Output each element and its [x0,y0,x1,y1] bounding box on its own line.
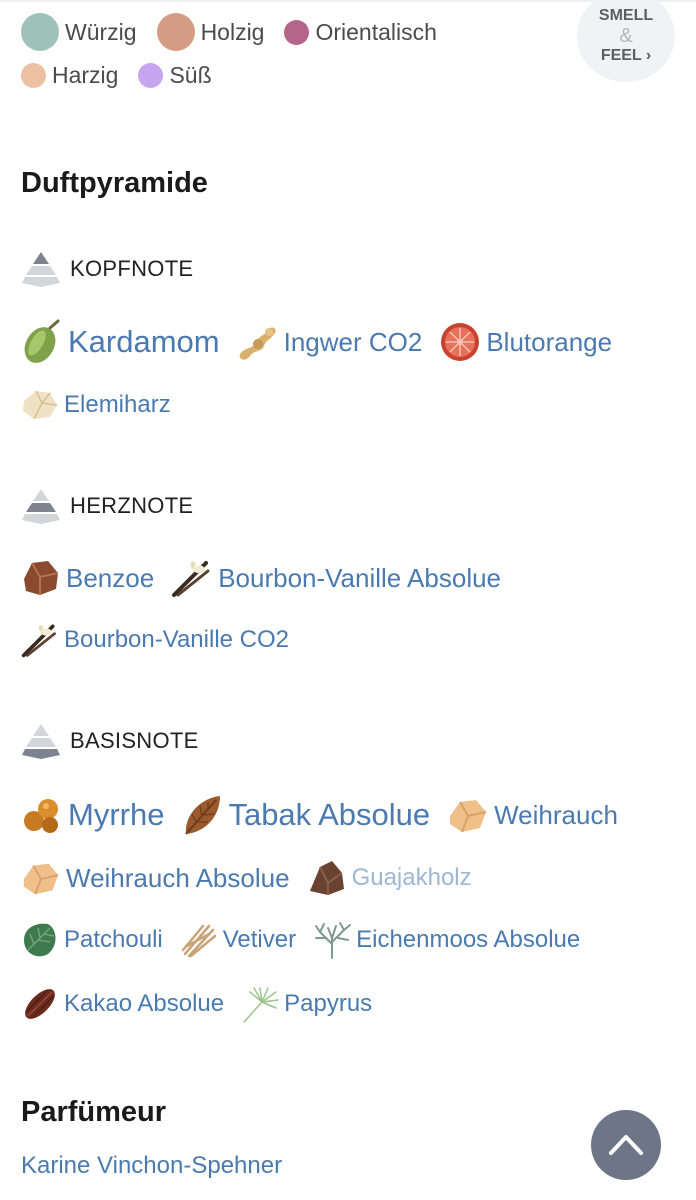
fragrance-pyramid-title: Duftpyramide [21,167,208,199]
patchouli-leaf-icon [24,923,56,957]
ingredient-link-benzoe[interactable]: Benzoe [20,557,154,599]
legend-label: Orientalisch [315,18,437,45]
ingredient-name: Bourbon-Vanille CO2 [64,626,290,653]
oakmoss-icon [315,922,352,959]
ingredient-link-blutorange[interactable]: Blutorange [438,320,612,364]
ingredient-link-vetiver[interactable]: Vetiver [179,920,296,960]
note-label: BASISNOTE [70,728,199,753]
ingredient-name: Weihrauch [494,799,618,830]
ingredient-name: Kardamom [68,324,220,359]
ingredient-name: Weihrauch Absolue [66,862,290,893]
myrrh-icon [24,799,58,833]
pyramid-heart-note-icon [22,489,60,524]
ingredient-link-bourbon-vanille-co2[interactable]: Bourbon-Vanille CO2 [20,620,289,660]
legend-label: Würzig [65,18,137,45]
ingredient-name: Papyrus [284,990,373,1017]
ingredient-link-patchouli[interactable]: Patchouli [20,920,163,960]
ingredient-name: Benzoe [66,562,155,593]
pyramid-base-note-icon [22,724,60,759]
legend-row: Würzig Holzig Orientalisch [21,12,561,52]
ingredient-link-weihrauch-absolue[interactable]: Weihrauch Absolue [20,857,290,899]
benzoin-icon [24,561,59,595]
legend-dot [156,13,195,51]
ingredient-row: Elemiharz [20,385,187,425]
ingredient-name: Vetiver [222,926,297,953]
legend-item-orientalisch: Orientalisch [284,18,437,46]
ingredient-name: Patchouli [64,926,163,953]
ingredient-row: Myrrhe Tabak Absolue Weihrauch [20,792,634,838]
ingredient-link-elemiharz[interactable]: Elemiharz [20,385,171,425]
ingredient-link-papyrus[interactable]: Papyrus [240,984,372,1024]
legend-item-harzig: Harzig [21,62,118,89]
legend-item-suess: Süß [138,61,212,89]
ingredient-link-eichenmoos-absolue[interactable]: Eichenmoos Absolue [312,920,580,960]
legend-item-wuerzig: Würzig [21,13,137,51]
note-label: KOPFNOTE [70,256,194,281]
scent-family-legend: Würzig Holzig Orientalisch Harzig Süß [21,12,561,95]
legend-item-holzig: Holzig [156,13,265,51]
pyramid-top-note-icon [22,252,60,287]
ingredient-row: Benzoe Bourbon-Vanille Absolue [20,557,517,599]
note-header-base: BASISNOTE [21,721,199,761]
ingredient-row: Patchouli Vetiver Eichenmoos Absolue [20,920,596,960]
cardamom-icon [24,319,60,363]
ingredient-row: Kardamom Ingwer CO2 Blutorange [20,318,628,366]
ingredient-link-guajakholz[interactable]: Guajakholz [306,857,472,899]
legend-dot [138,62,164,88]
note-header-top: KOPFNOTE [21,249,193,289]
legend-label: Süß [169,61,212,88]
blood-orange-icon [441,323,480,361]
note-header-heart: HERZNOTE [21,486,193,526]
legend-dot [284,19,310,45]
smell-and-feel-button[interactable]: SMELL & FEEL › [577,0,675,82]
legend-dot [21,13,59,51]
ingredient-link-tabak-absolue[interactable]: Tabak Absolue [180,792,430,838]
ingredient-link-ingwer-co2[interactable]: Ingwer CO2 [236,320,423,364]
frankincense-icon [23,863,59,895]
legend-dot [21,62,46,88]
ingredient-row: Weihrauch Absolue Guajakholz [20,857,488,899]
smell-feel-amp: & [619,25,633,47]
vanilla-icon [172,561,210,597]
ingredient-name: Elemiharz [64,391,171,418]
ingredient-name: Myrrhe [68,797,165,832]
elemi-resin-icon [23,390,58,420]
chevron-up-icon [609,1135,643,1155]
ingredient-link-weihrauch[interactable]: Weihrauch [446,794,618,836]
scroll-to-top-button[interactable] [591,1110,661,1180]
vanilla-icon [21,624,56,658]
ingredient-name: Blutorange [486,326,613,357]
ingredient-name: Kakao Absolue [64,990,225,1017]
ingredient-link-bourbon-vanille-absolue[interactable]: Bourbon-Vanille Absolue [170,557,501,599]
note-label: HERZNOTE [70,493,194,518]
frankincense-icon [450,800,487,833]
legend-label: Harzig [52,61,119,88]
ingredient-name: Bourbon-Vanille Absolue [218,562,502,593]
papyrus-icon [243,987,279,1023]
ingredient-name: Tabak Absolue [228,797,431,832]
cocoa-pod-icon [25,989,55,1019]
ingredient-row: Kakao Absolue Papyrus [20,984,388,1024]
smell-feel-line1: SMELL [598,7,654,24]
ingredient-name: Ingwer CO2 [283,326,423,357]
ingredient-link-kakao-absolue[interactable]: Kakao Absolue [20,984,224,1024]
ingredient-name: Eichenmoos Absolue [356,926,581,953]
ingredient-row: Bourbon-Vanille CO2 [20,620,305,660]
smell-feel-line2: FEEL › [600,47,652,64]
ingredient-name: Guajakholz [351,864,472,891]
guaiac-wood-icon [309,861,344,895]
legend-row: Harzig Süß [21,55,561,95]
tobacco-leaf-icon [185,796,221,835]
vetiver-root-icon [181,924,216,958]
ingredient-link-kardamom[interactable]: Kardamom [20,318,220,366]
perfumer-link[interactable]: Karine Vinchon-Spehner [21,1152,282,1180]
legend-label: Holzig [200,18,265,45]
ingredient-link-myrrhe[interactable]: Myrrhe [20,793,164,837]
perfumer-title: Parfümeur [21,1096,167,1128]
ginger-icon [239,327,276,360]
